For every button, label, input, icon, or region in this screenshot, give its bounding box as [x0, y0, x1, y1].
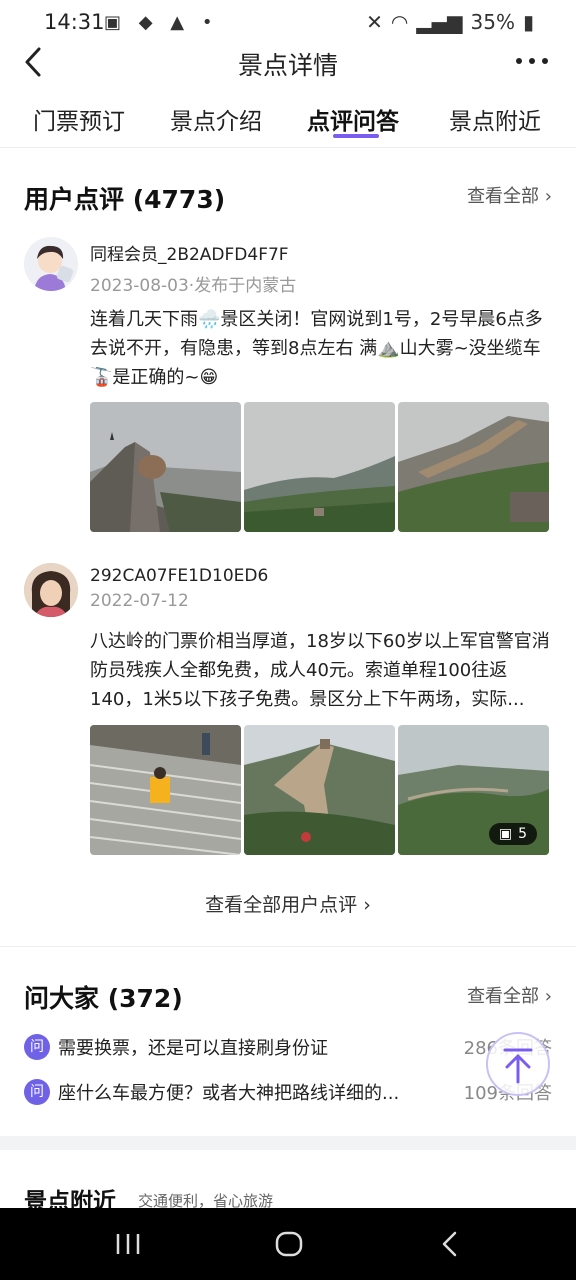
review-username[interactable]: 同程会员_2B2ADFD4F7F: [90, 240, 289, 265]
question-text: 需要换票，还是可以直接刷身份证: [58, 1038, 328, 1059]
review-photo[interactable]: [244, 402, 395, 532]
page-title: 景点详情: [237, 51, 338, 80]
great-wall-photo-1: [90, 402, 241, 532]
review-photo[interactable]: [90, 402, 241, 532]
back-to-top-button[interactable]: [486, 1032, 550, 1096]
great-wall-steps-photo: [90, 725, 241, 855]
photo-count-badge: ▣ 5: [488, 823, 537, 845]
image-icon: ▣: [498, 826, 513, 842]
chevron-right-icon: ›: [544, 986, 552, 1007]
mute-icon: ✕: [366, 10, 383, 34]
home-icon[interactable]: [274, 1230, 304, 1258]
tab-nearby[interactable]: 景点附近: [449, 102, 541, 136]
photo-count: 5: [518, 826, 527, 842]
review-date: 2022-07-12: [90, 591, 189, 611]
review-photo[interactable]: [90, 725, 241, 855]
battery-icon: ▮: [522, 10, 534, 34]
avatar[interactable]: [24, 237, 78, 291]
great-wall-photo-3: [398, 402, 549, 532]
question-text: 座什么车最方便？或者大神把路线详细的...: [58, 1083, 400, 1104]
qa-see-all-label: 查看全部: [467, 986, 540, 1007]
divider: [0, 946, 576, 947]
notification-icons: ▣ ◆ ▲ •: [104, 12, 219, 33]
reviews-see-all-label: 查看全部: [467, 186, 540, 207]
chevron-right-icon: ›: [544, 186, 552, 207]
nav-back-icon[interactable]: [440, 1230, 460, 1258]
question-badge: 问: [24, 1034, 50, 1060]
battery-text: 35%: [470, 10, 515, 34]
reviews-see-all[interactable]: 查看全部 ›: [467, 182, 552, 208]
tab-bar: 门票预订 景点介绍 点评问答 景点附近: [0, 100, 576, 148]
review-text[interactable]: 八达岭的门票价相当厚道，18岁以下60岁以上军官警官消防员残疾人全都免费，成人4…: [90, 627, 556, 715]
status-bar: 14:31 ▣ ◆ ▲ • ✕ ◠ ▂▄▆ 35% ▮: [0, 0, 576, 44]
question-row[interactable]: 问 需要换票，还是可以直接刷身份证 286条回答: [24, 1033, 552, 1063]
review-date: 2023-08-03·发布于内蒙古: [90, 276, 297, 296]
system-nav-bar: [0, 1208, 576, 1280]
review-username[interactable]: 292CA07FE1D10ED6: [90, 566, 268, 586]
review-photo[interactable]: [244, 725, 395, 855]
arrow-up-icon: [503, 1048, 533, 1084]
avatar[interactable]: [24, 563, 78, 617]
more-icon[interactable]: [516, 58, 548, 64]
tab-attraction-intro[interactable]: 景点介绍: [170, 102, 262, 136]
tab-ticket-booking[interactable]: 门票预订: [33, 102, 125, 136]
wifi-icon: ◠: [390, 10, 409, 34]
status-time: 14:31: [44, 10, 105, 34]
tab-reviews-qa[interactable]: 点评问答: [307, 102, 399, 136]
view-all-reviews-label: 查看全部用户点评: [205, 894, 358, 916]
review-photo[interactable]: ▣ 5: [398, 725, 549, 855]
question-row[interactable]: 问 座什么车最方便？或者大神把路线详细的... 109条回答: [24, 1078, 552, 1108]
great-wall-photo-2: [244, 402, 395, 532]
great-wall-ridge-photo: [244, 725, 395, 855]
chevron-right-icon: ›: [363, 894, 371, 916]
qa-title: 问大家 (372): [24, 984, 183, 1013]
view-all-reviews-link[interactable]: 查看全部用户点评 ›: [0, 890, 576, 917]
qa-see-all[interactable]: 查看全部 ›: [467, 982, 552, 1008]
question-badge: 问: [24, 1079, 50, 1105]
recent-apps-icon[interactable]: [114, 1232, 142, 1256]
reviews-title: 用户点评 (4773): [24, 185, 226, 214]
back-icon[interactable]: [22, 46, 46, 78]
section-separator: [0, 1136, 576, 1150]
user-avatar-icon: [24, 237, 78, 291]
title-bar: 景点详情: [0, 40, 576, 84]
review-photo[interactable]: [398, 402, 549, 532]
status-right: ✕ ◠ ▂▄▆ 35% ▮: [366, 10, 534, 34]
user-avatar-icon: [24, 563, 78, 617]
review-text[interactable]: 连着几天下雨🌧️景区关闭！官网说到1号，2号早晨6点多去说不开，有隐患，等到8点…: [90, 305, 556, 392]
signal-icon: ▂▄▆: [416, 10, 463, 34]
active-tab-indicator: [333, 134, 379, 138]
